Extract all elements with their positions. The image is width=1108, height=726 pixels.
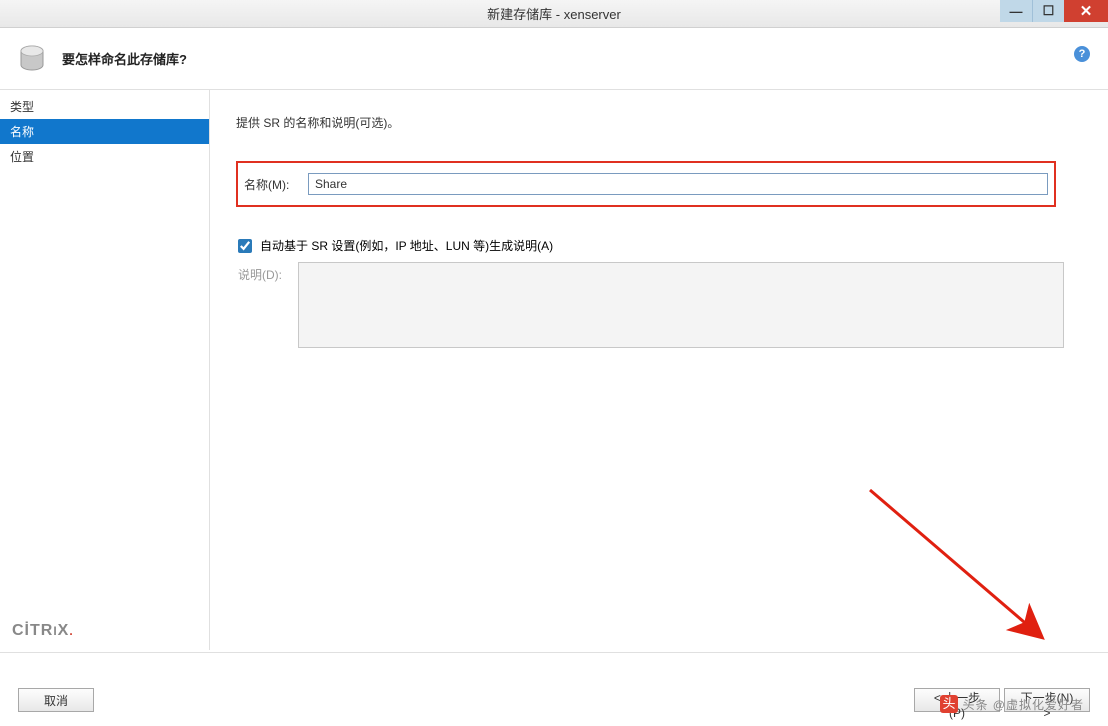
- next-button[interactable]: 下一步(N) >: [1004, 688, 1090, 712]
- wizard-main: 提供 SR 的名称和说明(可选)。 名称(M): 自动基于 SR 设置(例如，I…: [210, 90, 1108, 650]
- sidebar-item-location[interactable]: 位置: [0, 144, 209, 169]
- name-input[interactable]: [308, 173, 1048, 195]
- help-icon[interactable]: ?: [1074, 46, 1090, 62]
- wizard-question: 要怎样命名此存储库?: [62, 49, 187, 68]
- cancel-button[interactable]: 取消: [18, 688, 94, 712]
- window-controls: — ☐ ✕: [1000, 0, 1108, 22]
- minimize-button[interactable]: —: [1000, 0, 1032, 22]
- description-row: 说明(D):: [238, 262, 1078, 348]
- wizard-header: 要怎样命名此存储库? ?: [0, 28, 1108, 90]
- titlebar: 新建存储库 - xenserver — ☐ ✕: [0, 0, 1108, 28]
- close-button[interactable]: ✕: [1064, 0, 1108, 22]
- description-label: 说明(D):: [238, 262, 298, 283]
- name-highlight-box: 名称(M):: [236, 161, 1056, 207]
- previous-button[interactable]: < 上一步(P): [914, 688, 1000, 712]
- wizard-footer: 取消 < 上一步(P) 下一步(N) >: [0, 652, 1108, 726]
- description-textarea: [298, 262, 1064, 348]
- window-title: 新建存储库 - xenserver: [487, 4, 621, 23]
- autogen-checkbox[interactable]: [238, 239, 252, 253]
- autogen-label: 自动基于 SR 设置(例如，IP 地址、LUN 等)生成说明(A): [260, 237, 553, 254]
- sidebar-item-type[interactable]: 类型: [0, 94, 209, 119]
- citrix-logo: CİTRIX.: [12, 622, 74, 640]
- wizard-sidebar: 类型 名称 位置 CİTRIX.: [0, 90, 210, 650]
- name-label: 名称(M):: [244, 176, 304, 193]
- storage-icon: [16, 43, 48, 75]
- sidebar-item-name[interactable]: 名称: [0, 119, 209, 144]
- instruction-text: 提供 SR 的名称和说明(可选)。: [236, 114, 1078, 131]
- wizard-body: 类型 名称 位置 CİTRIX. 提供 SR 的名称和说明(可选)。 名称(M)…: [0, 90, 1108, 650]
- autogen-row: 自动基于 SR 设置(例如，IP 地址、LUN 等)生成说明(A): [238, 237, 1078, 254]
- maximize-button[interactable]: ☐: [1032, 0, 1064, 22]
